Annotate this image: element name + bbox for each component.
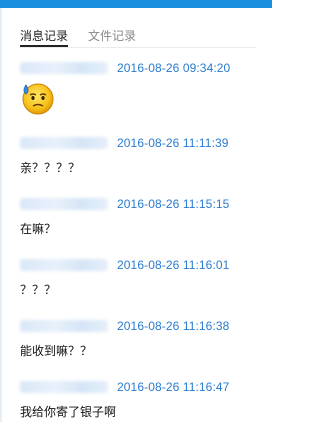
message-header: 2016-08-26 11:11:39: [20, 133, 256, 153]
message-item: 2016-08-26 11:16:01 ？？？: [20, 255, 256, 299]
message-time: 2016-08-26 11:16:47: [117, 380, 230, 394]
message-header: 2016-08-26 11:15:15: [20, 194, 256, 214]
sender-name-blurred: [20, 62, 108, 74]
sender-name-blurred: [20, 320, 108, 332]
message-time: 2016-08-26 11:15:15: [117, 197, 230, 211]
message-header: 2016-08-26 11:16:38: [20, 316, 256, 336]
message-item: 2016-08-26 11:16:47 我给你寄了银子啊: [20, 377, 256, 421]
sender-name-blurred: [20, 198, 108, 210]
message-time: 2016-08-26 11:16:01: [117, 258, 230, 272]
sender-name-blurred: [20, 381, 108, 393]
message-time: 2016-08-26 09:34:20: [117, 61, 231, 75]
record-tabs: 消息记录 文件记录: [20, 27, 136, 47]
tab-messages[interactable]: 消息记录: [20, 27, 69, 47]
message-item: 2016-08-26 09:34:20: [20, 58, 256, 117]
message-time: 2016-08-26 11:11:39: [117, 136, 229, 150]
message-list: 2016-08-26 09:34:20 2016-08-26 11:11:39 …: [20, 58, 256, 421]
message-item: 2016-08-26 11:16:38 能收到嘛？？: [20, 316, 256, 360]
sender-name-blurred: [20, 137, 108, 149]
window-top-bar: [0, 0, 272, 8]
message-time: 2016-08-26 11:16:38: [117, 319, 230, 333]
message-item: 2016-08-26 11:15:15 在嘛？: [20, 194, 256, 238]
message-text: 在嘛？: [20, 222, 57, 236]
message-item: 2016-08-26 11:11:39 亲？？？？: [20, 133, 256, 177]
message-text: 我给你寄了银子啊: [20, 405, 117, 419]
left-border: [0, 8, 2, 422]
sender-name-blurred: [20, 259, 108, 271]
message-header: 2016-08-26 09:34:20: [20, 58, 256, 78]
message-content: [20, 81, 256, 117]
tab-files[interactable]: 文件记录: [88, 27, 136, 47]
message-header: 2016-08-26 11:16:01: [20, 255, 256, 275]
tab-divider: [20, 47, 256, 48]
message-header: 2016-08-26 11:16:47: [20, 377, 256, 397]
sweat-face-icon: [22, 83, 54, 115]
message-text: 能收到嘛？？: [20, 344, 93, 358]
message-text: 亲？？？？: [20, 161, 81, 175]
message-text: ？？？: [20, 283, 57, 297]
